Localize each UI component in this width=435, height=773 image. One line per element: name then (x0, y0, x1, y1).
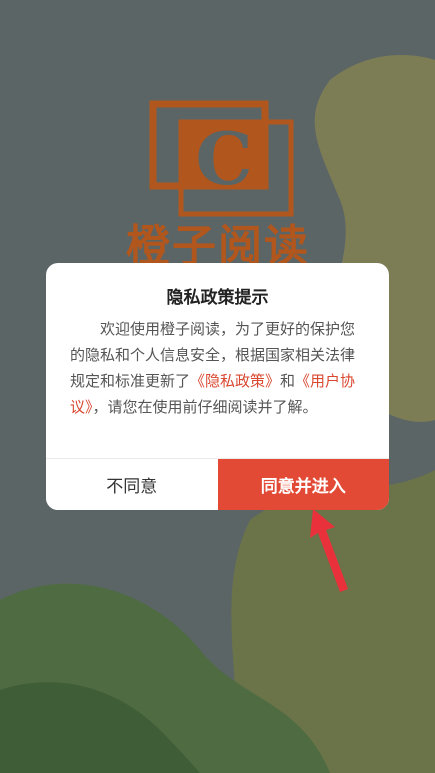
red-arrow-icon (310, 509, 348, 592)
dialog-body: 欢迎使用橙子阅读，为了更好的保护您的隐私和个人信息安全，根据国家相关法律规定和标… (70, 316, 366, 420)
dialog-title: 隐私政策提示 (166, 288, 269, 308)
agree-and-enter-button[interactable]: 同意并进入 (217, 459, 389, 510)
logo-letter: C (195, 116, 252, 201)
body-conjunction: 和 (280, 372, 296, 390)
privacy-dialog: 隐私政策提示 欢迎使用橙子阅读，为了更好的保护您的隐私和个人信息安全，根据国家相… (46, 263, 389, 510)
dialog-footer: 不同意 同意并进入 (46, 458, 389, 510)
body-outro: ，请您在使用前仔细阅读并了解。 (92, 398, 318, 416)
privacy-policy-link[interactable]: 《隐私政策》 (190, 372, 280, 390)
disagree-button[interactable]: 不同意 (46, 459, 218, 510)
